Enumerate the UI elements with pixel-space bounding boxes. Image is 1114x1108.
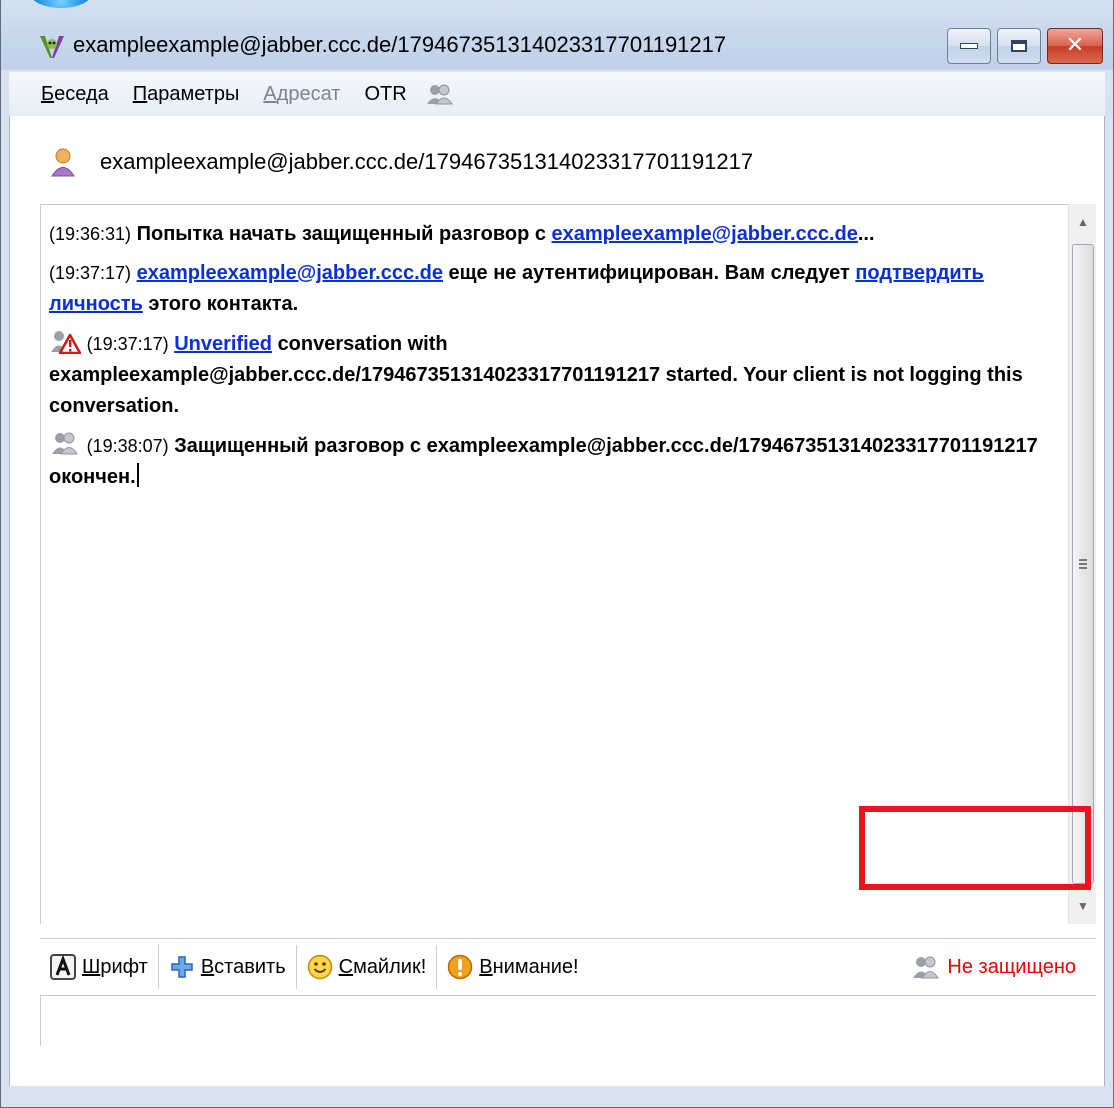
message-timestamp: (19:36:31): [49, 224, 132, 244]
insert-mnemonic: В: [200, 955, 215, 978]
otr-status-button[interactable]: Не защищено: [911, 954, 1096, 980]
minimize-button[interactable]: [947, 28, 991, 64]
scroll-thumb[interactable]: [1072, 244, 1094, 884]
message-text: еще не аутентифицирован. Вам следует: [448, 262, 850, 284]
message-entry: (19:37:17) Unverified conversation with …: [49, 328, 1068, 422]
chat-window: exampleexample@jabber.ccc.de/17946735131…: [0, 0, 1114, 1108]
message-input[interactable]: [40, 996, 1096, 1046]
message-entry: (19:37:17) exampleexample@jabber.ccc.de …: [49, 258, 1068, 320]
close-button[interactable]: ✕: [1047, 28, 1103, 64]
otr-not-private-icon: [52, 432, 78, 455]
minimize-icon: [960, 43, 978, 49]
contact-link[interactable]: exampleexample@jabber.ccc.de: [137, 262, 443, 284]
font-label: рифт: [100, 955, 148, 978]
insert-button[interactable]: Вставить: [159, 945, 297, 989]
contact-link[interactable]: exampleexample@jabber.ccc.de: [552, 223, 858, 245]
smiley-label: майлик!: [353, 955, 427, 978]
otr-unverified-warning-icon: [51, 331, 81, 354]
smiley-mnemonic: С: [338, 955, 354, 978]
otr-buddies-icon[interactable]: [425, 82, 455, 106]
menu-conversation-label: еседа: [54, 82, 109, 105]
menu-options-label: араметры: [147, 82, 240, 105]
message-entry: (19:38:07) Защищенный разговор с example…: [49, 430, 1068, 493]
smiley-icon: [307, 954, 332, 980]
menu-otr[interactable]: OTR: [364, 83, 406, 106]
font-icon: [50, 954, 76, 980]
menu-bar: Беседа Параметры Адресат OTR: [9, 72, 1105, 116]
menu-recipient[interactable]: Адресат: [263, 83, 340, 106]
window-title: exampleexample@jabber.ccc.de/17946735131…: [73, 32, 727, 57]
contact-header: exampleexample@jabber.ccc.de/17946735131…: [50, 144, 753, 180]
message-timestamp: (19:37:17): [86, 334, 169, 354]
attention-button[interactable]: Внимание!: [437, 945, 588, 989]
buddy-person-icon: [51, 148, 75, 177]
scroll-grip-icon: [1079, 559, 1087, 569]
message-tail: этого контакта.: [148, 293, 299, 315]
message-timestamp: (19:37:17): [49, 263, 132, 283]
scroll-up-arrow-icon[interactable]: ▲: [1069, 204, 1097, 240]
caption-buttons: ✕: [941, 28, 1103, 64]
status-highlight-annotation: [859, 806, 1091, 890]
menu-options-mnemonic: П: [132, 82, 148, 105]
message-timestamp: (19:38:07): [86, 436, 169, 456]
title-bar[interactable]: exampleexample@jabber.ccc.de/17946735131…: [1, 0, 1113, 70]
format-toolbar: Шрифт Вставить Смайлик! В нимание! Не за…: [40, 938, 1096, 996]
attention-mnemonic: В: [479, 955, 493, 978]
menu-recipient-label: дресат: [276, 82, 341, 105]
message-entry: (19:36:31) Попытка начать защищенный раз…: [49, 219, 1068, 250]
text-caret: [136, 463, 139, 487]
otr-status-label: Не защищено: [947, 955, 1076, 978]
message-text: Защищенный разговор с exampleexample@jab…: [49, 435, 1038, 488]
otr-not-private-icon: [913, 956, 940, 979]
maximize-icon: [1011, 40, 1027, 52]
message-tail: ...: [857, 223, 875, 245]
menu-options[interactable]: Параметры: [133, 83, 240, 106]
unverified-link[interactable]: Unverified: [174, 333, 272, 355]
menu-conversation[interactable]: Беседа: [41, 83, 109, 106]
menu-recipient-mnemonic: А: [263, 82, 277, 105]
menu-conversation-mnemonic: Б: [41, 82, 55, 105]
close-icon: ✕: [1065, 33, 1085, 58]
plus-icon: [171, 956, 193, 978]
font-mnemonic: Ш: [82, 955, 101, 978]
conversation-pane: exampleexample@jabber.ccc.de/17946735131…: [9, 116, 1105, 1086]
window-bottom-frame: [1, 1086, 1113, 1108]
menu-otr-label: OTR: [364, 82, 407, 105]
insert-label: ставить: [214, 955, 286, 978]
maximize-button[interactable]: [997, 28, 1041, 64]
attention-label: нимание!: [492, 955, 579, 978]
scroll-down-arrow-icon[interactable]: ▼: [1069, 888, 1097, 924]
smiley-button[interactable]: Смайлик!: [297, 945, 438, 989]
font-button[interactable]: Шрифт: [40, 945, 159, 989]
message-text: Попытка начать защищенный разговор с: [136, 223, 546, 245]
contact-name: exampleexample@jabber.ccc.de/17946735131…: [100, 149, 754, 174]
attention-icon: [448, 954, 473, 980]
pidgin-app-icon: [40, 36, 64, 58]
